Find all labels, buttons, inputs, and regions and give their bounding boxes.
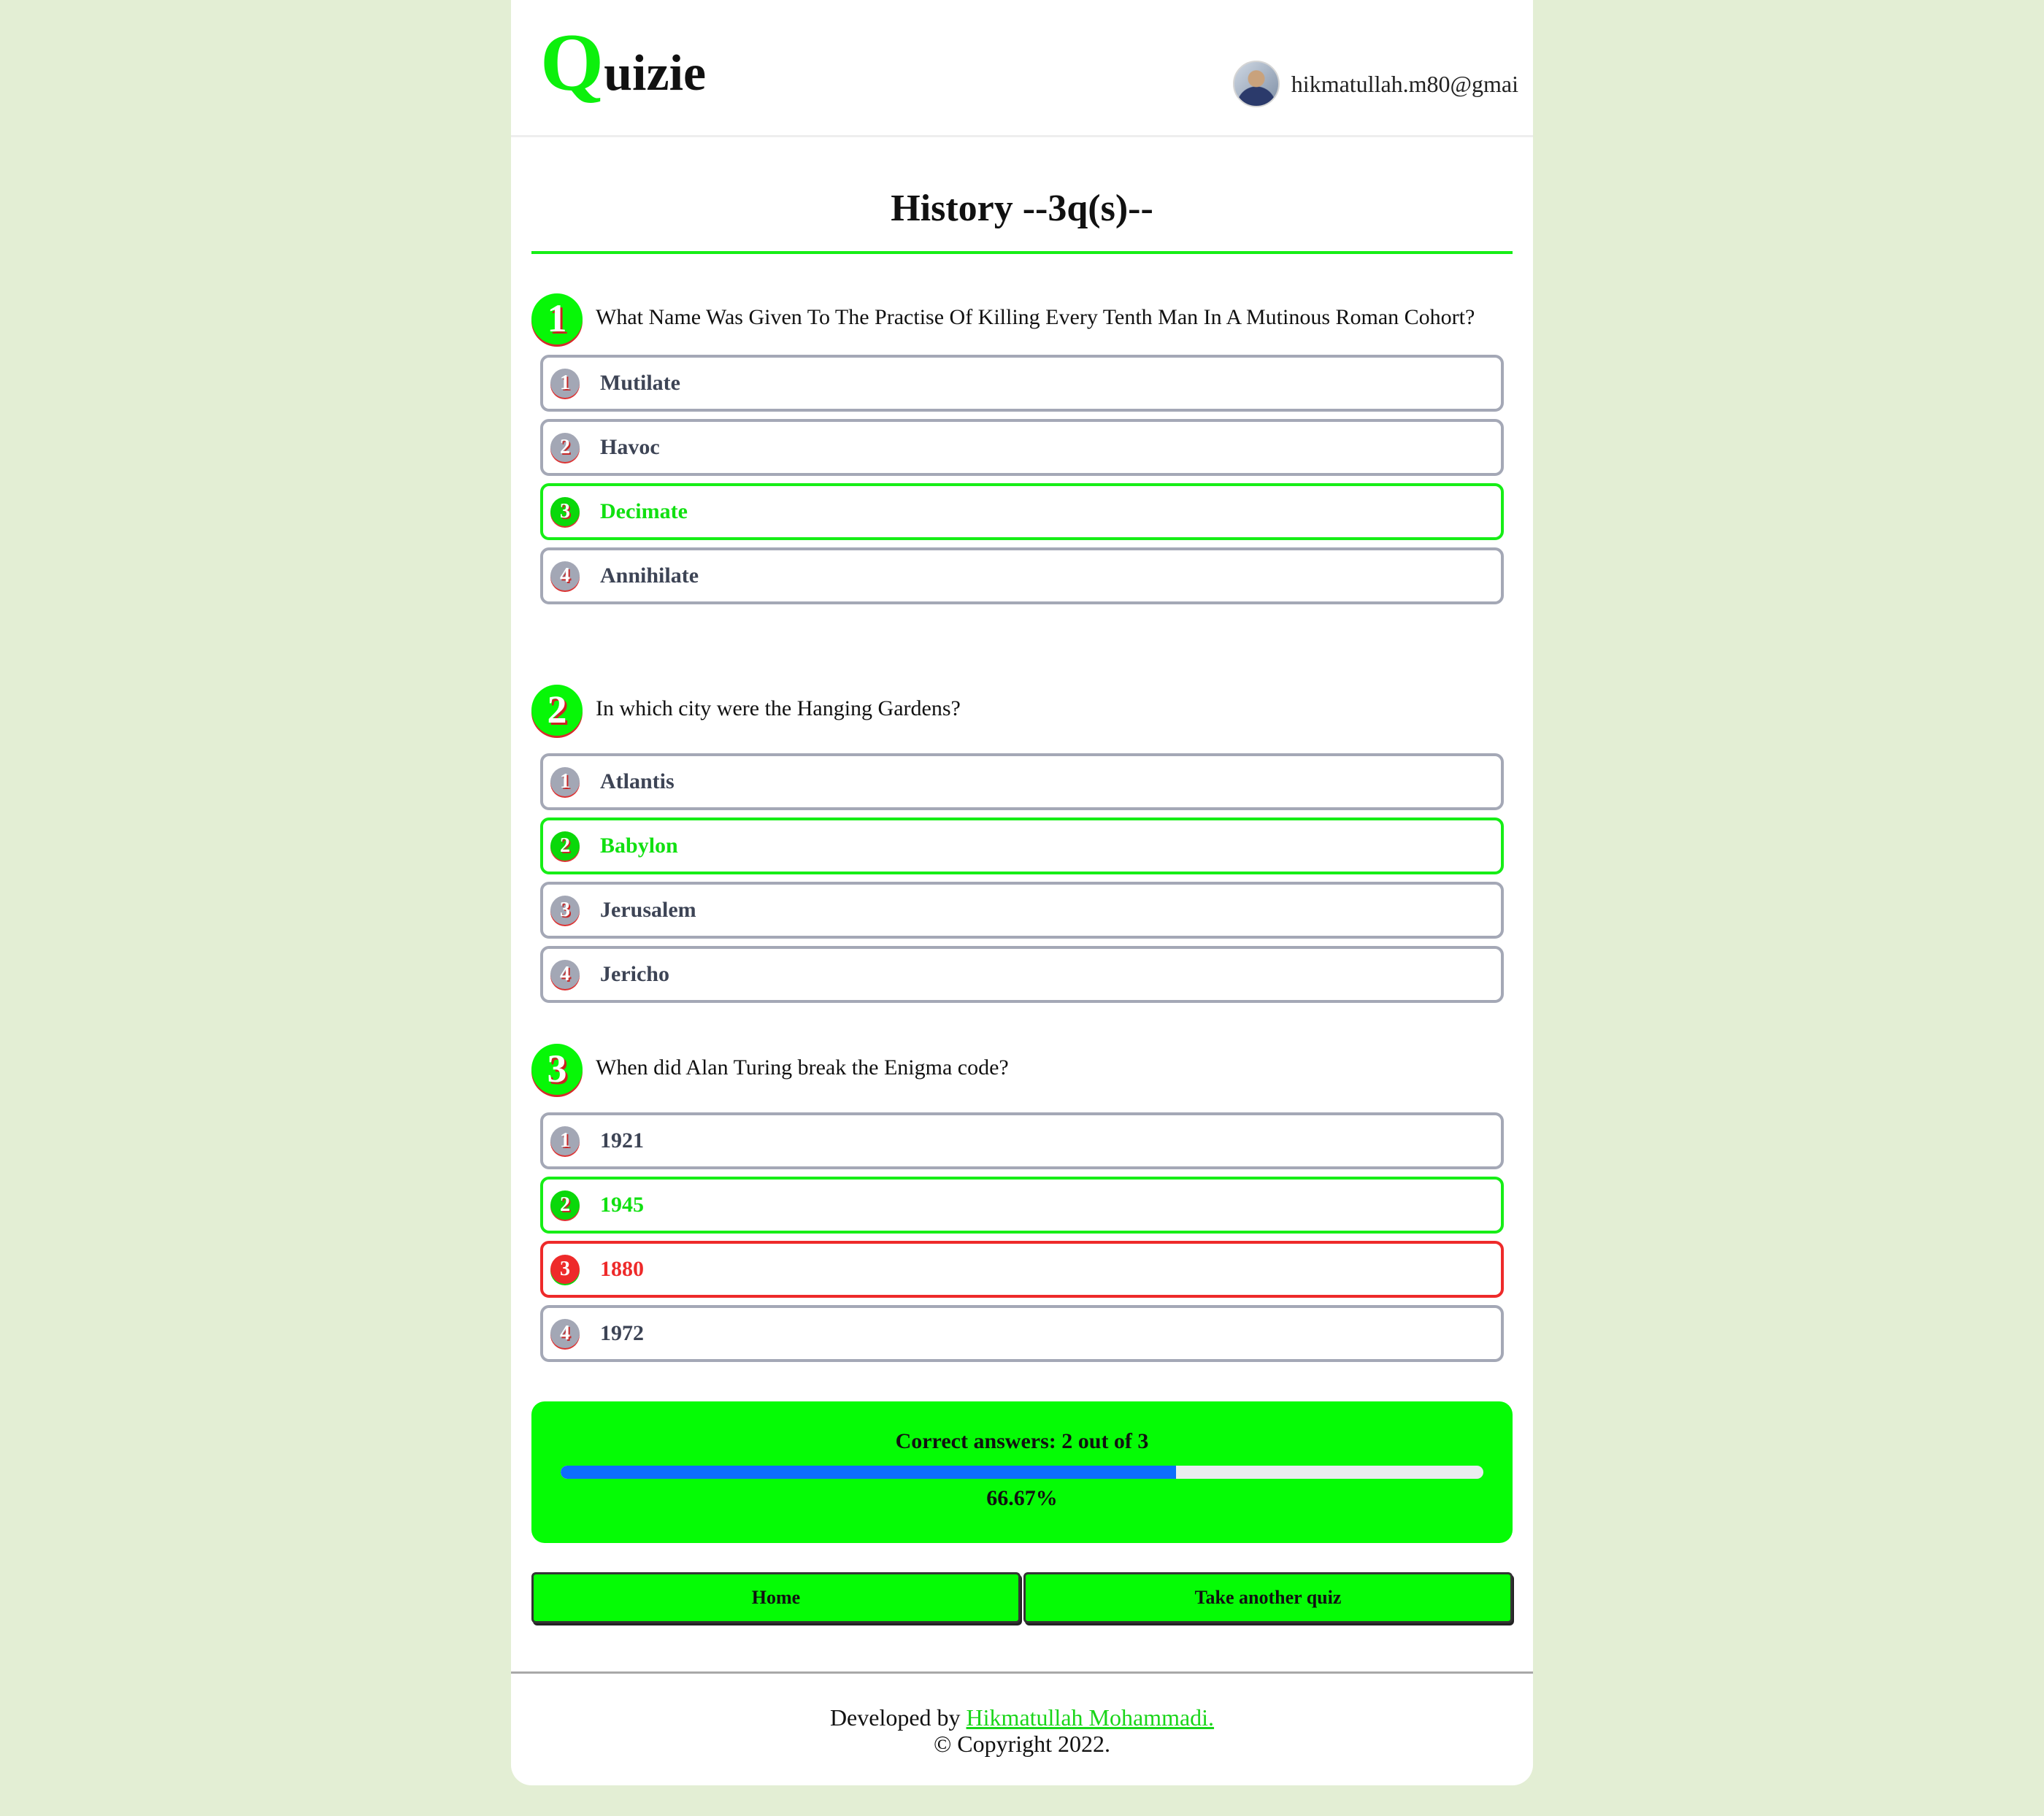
developed-by-text: Developed by (829, 1704, 967, 1731)
user-email: hikmatullah.m80@gmai (1291, 70, 1518, 97)
option-correct[interactable]: 2 1945 (540, 1177, 1504, 1234)
option[interactable]: 4 1972 (540, 1305, 1504, 1362)
take-another-quiz-button[interactable]: Take another quiz (1023, 1572, 1513, 1623)
option-label: Babylon (600, 834, 678, 858)
option-number: 4 (550, 561, 580, 590)
question-label: What Name Was Given To The Practise Of K… (596, 304, 1475, 329)
option-number: 1 (550, 1126, 580, 1155)
question-label: In which city were the Hanging Gardens? (596, 696, 961, 720)
option[interactable]: 1 Mutilate (540, 355, 1504, 412)
options-list: 1 Atlantis 2 Babylon 3 Jerusalem 4 Jericho (531, 753, 1513, 1003)
option-label: 1880 (600, 1257, 644, 1281)
home-button[interactable]: Home (531, 1572, 1021, 1623)
option-number: 2 (550, 433, 580, 462)
option[interactable]: 1 1921 (540, 1112, 1504, 1169)
option-number: 3 (550, 896, 580, 925)
option-label: Atlantis (600, 769, 675, 793)
question-number-badge: 1 (531, 293, 583, 345)
question-label: When did Alan Turing break the Enigma co… (596, 1055, 1009, 1080)
question-3: 3 When did Alan Turing break the Enigma c… (531, 1044, 1513, 1369)
option-number: 3 (550, 1255, 580, 1284)
option-number: 2 (550, 831, 580, 861)
page-title: History --3q(s)-- (891, 188, 1153, 229)
title-section: History --3q(s)-- (531, 181, 1513, 254)
score-panel: Correct answers: 2 out of 3 66.67% (531, 1401, 1513, 1543)
question-text: 2 In which city were the Hanging Gardens? (531, 685, 1513, 736)
copyright-text: © Copyright 2022. (933, 1731, 1111, 1757)
option-correct[interactable]: 3 Decimate (540, 483, 1504, 540)
question-1: 1 What Name Was Given To The Practise Of … (531, 293, 1513, 612)
option-number: 1 (550, 369, 580, 398)
option-number: 2 (550, 1190, 580, 1220)
logo[interactable]: Quizie (540, 19, 706, 118)
option-label: 1921 (600, 1128, 644, 1153)
logo-text: uizie (604, 45, 707, 101)
question-2: 2 In which city were the Hanging Gardens?… (531, 685, 1513, 1010)
option-wrong[interactable]: 3 1880 (540, 1241, 1504, 1298)
author-link[interactable]: Hikmatullah Mohammadi. (967, 1704, 1215, 1731)
user-menu[interactable]: hikmatullah.m80@gmai (1232, 60, 1518, 108)
options-list: 1 Mutilate 2 Havoc 3 Decimate 4 Annihilate (531, 355, 1513, 604)
logo-initial: Q (540, 18, 604, 108)
option-number: 3 (550, 497, 580, 526)
option[interactable]: 3 Jerusalem (540, 882, 1504, 939)
question-number-badge: 3 (531, 1044, 583, 1095)
question-text: 3 When did Alan Turing break the Enigma c… (531, 1044, 1513, 1095)
option[interactable]: 2 Havoc (540, 419, 1504, 476)
option-correct[interactable]: 2 Babylon (540, 817, 1504, 874)
option[interactable]: 1 Atlantis (540, 753, 1504, 810)
option[interactable]: 4 Jericho (540, 946, 1504, 1003)
avatar[interactable] (1232, 61, 1280, 107)
quiz-card: Quizie hikmatullah.m80@gmai History --3q… (511, 0, 1533, 1785)
question-text: 1 What Name Was Given To The Practise Of … (531, 293, 1513, 345)
progress-bar-fill (561, 1466, 1176, 1479)
option-label: Havoc (600, 435, 660, 459)
action-buttons: Home Take another quiz (531, 1572, 1513, 1623)
option-number: 4 (550, 960, 580, 989)
option-label: Annihilate (600, 563, 699, 588)
score-label: Correct answers: 2 out of 3 (895, 1429, 1149, 1453)
progress-bar (561, 1466, 1483, 1479)
option-number: 1 (550, 767, 580, 796)
option-number: 4 (550, 1319, 580, 1348)
footer: Developed by Hikmatullah Mohammadi. © Co… (511, 1671, 1533, 1757)
option-label: 1945 (600, 1193, 644, 1217)
option[interactable]: 4 Annihilate (540, 547, 1504, 604)
option-label: Jerusalem (600, 898, 696, 922)
footer-credit: Developed by Hikmatullah Mohammadi. (511, 1704, 1533, 1731)
score-percent: 66.67% (986, 1486, 1058, 1510)
option-label: 1972 (600, 1321, 644, 1345)
option-label: Decimate (600, 499, 688, 523)
top-bar: Quizie hikmatullah.m80@gmai (511, 0, 1533, 137)
option-label: Jericho (600, 962, 669, 986)
options-list: 1 1921 2 1945 3 1880 4 1972 (531, 1112, 1513, 1362)
question-number-badge: 2 (531, 685, 583, 736)
option-label: Mutilate (600, 371, 680, 395)
